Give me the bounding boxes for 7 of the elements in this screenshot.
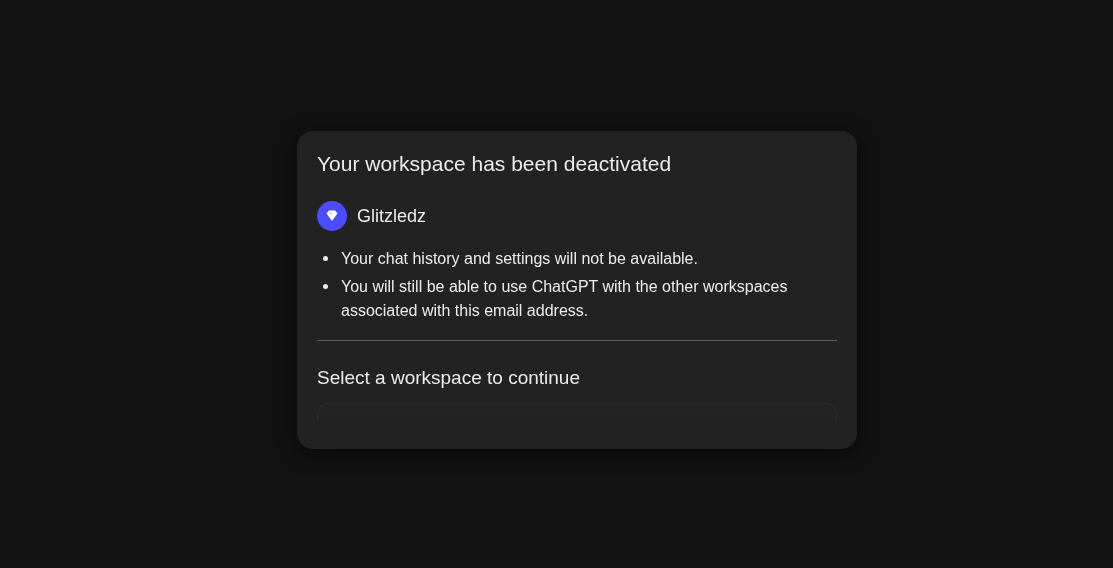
workspace-name: Glitzledz xyxy=(357,205,427,227)
bullet-dot xyxy=(323,284,328,289)
note-text: You will still be able to use ChatGPT with the other workspaces associated with this email address. xyxy=(341,277,789,321)
bullet-dot xyxy=(323,256,328,261)
dialog-title: Your workspace has been deactivated xyxy=(317,151,673,177)
prompt-heading: Select a workspace to continue xyxy=(317,366,581,390)
note-text: Your chat history and settings will not be available. xyxy=(341,249,698,269)
